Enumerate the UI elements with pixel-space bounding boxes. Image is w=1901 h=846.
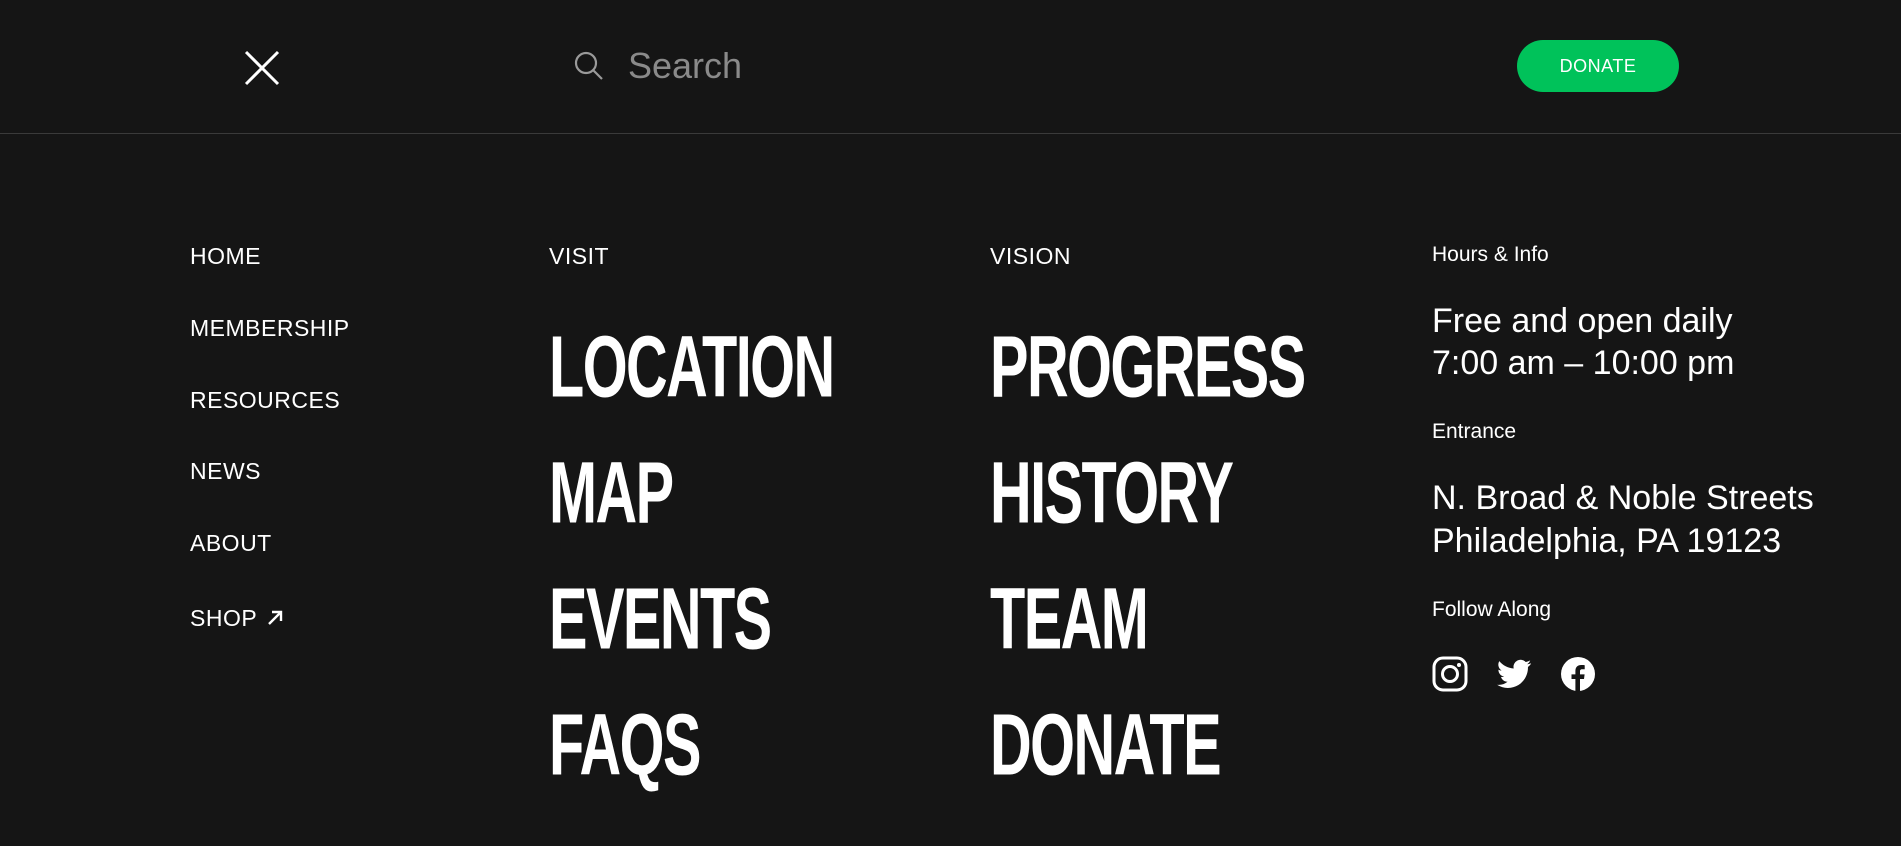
nav-item-membership[interactable]: MEMBERSHIP [190,312,350,344]
twitter-icon[interactable] [1496,656,1532,692]
nav-item-news[interactable]: NEWS [190,455,261,487]
visit-link-faqs[interactable]: FAQS [549,692,701,798]
nav-item-about[interactable]: ABOUT [190,527,272,559]
vision-link-team[interactable]: TEAM [990,566,1149,672]
vision-link-progress[interactable]: PROGRESS [990,314,1306,420]
visit-link-location[interactable]: LOCATION [549,314,835,420]
entrance-heading: Entrance [1432,420,1517,443]
search-input[interactable] [628,45,1228,87]
search-icon [574,51,603,80]
social-links [1432,656,1596,692]
external-arrow-icon [268,610,283,625]
instagram-icon[interactable] [1432,656,1468,692]
visit-link-map[interactable]: MAP [549,440,674,546]
search-bar [572,38,1272,94]
vision-heading: VISION [990,243,1071,269]
address-line-1: N. Broad & Noble Streets [1432,479,1814,517]
nav-item-shop[interactable]: SHOP [190,602,285,634]
hours-line-2: 7:00 am – 10:00 pm [1432,344,1735,382]
nav-item-home[interactable]: HOME [190,240,261,272]
visit-link-events[interactable]: EVENTS [549,566,772,672]
visit-heading: VISIT [549,243,610,269]
follow-heading: Follow Along [1432,598,1552,621]
facebook-icon[interactable] [1560,656,1596,692]
vision-link-donate[interactable]: DONATE [990,692,1222,798]
hours-heading: Hours & Info [1432,243,1549,266]
top-bar: DONATE [0,0,1901,134]
menu-overlay: DONATE HOME MEMBERSHIP RESOURCES NEWS AB… [0,0,1901,846]
hours-line-1: Free and open daily [1432,302,1733,340]
close-icon[interactable] [240,46,284,90]
donate-button[interactable]: DONATE [1517,40,1679,92]
vision-link-history[interactable]: HISTORY [990,440,1234,546]
address-line-2: Philadelphia, PA 19123 [1432,522,1782,560]
nav-item-resources[interactable]: RESOURCES [190,384,340,416]
nav-item-shop-label: SHOP [190,605,258,631]
